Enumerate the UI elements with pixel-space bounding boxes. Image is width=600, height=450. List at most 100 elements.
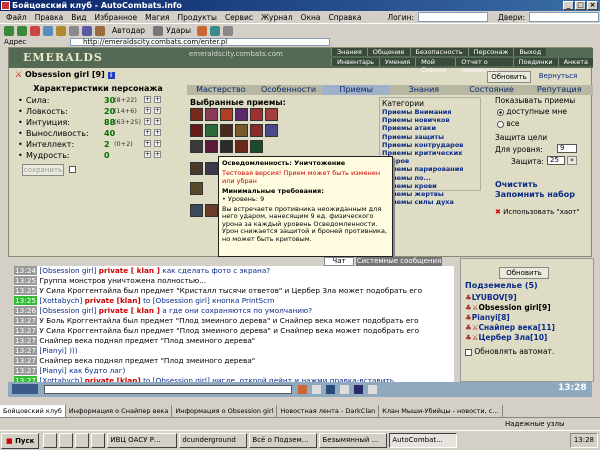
skill-slot[interactable] xyxy=(235,140,248,153)
quicklaunch-icon[interactable] xyxy=(91,433,106,448)
skill-slot[interactable] xyxy=(220,108,233,121)
stat-plus-button[interactable]: + xyxy=(154,96,161,103)
skill-slot[interactable] xyxy=(235,124,248,137)
info-icon[interactable]: i xyxy=(107,72,115,79)
refresh-icon[interactable] xyxy=(43,25,53,36)
online-user[interactable]: ♣Pianyi[8] xyxy=(465,313,510,322)
nav-knowledge[interactable]: Знания xyxy=(331,48,367,56)
nav-scroll[interactable]: Мой Скролл xyxy=(415,58,456,74)
back-button[interactable]: Вернуться xyxy=(536,71,580,83)
online-user[interactable]: ♣⚔Снайпер века[11] xyxy=(465,323,555,332)
address-input[interactable]: http://emeraldscity.combats.com/enter.pl xyxy=(70,38,330,46)
nav-exit[interactable]: Выход xyxy=(513,48,547,56)
tab-knowledge[interactable]: Знания xyxy=(390,85,458,95)
chat-input[interactable] xyxy=(44,385,292,394)
tools-icon[interactable] xyxy=(95,25,105,36)
menu-file[interactable]: Файл xyxy=(2,13,31,22)
menu-edit[interactable]: Правка xyxy=(31,13,68,22)
skill-slot[interactable] xyxy=(205,162,218,175)
skill-slot[interactable] xyxy=(250,108,263,121)
send-icon[interactable] xyxy=(298,385,307,394)
taskbar-item[interactable]: Всё о Подзем... xyxy=(249,433,318,448)
start-button[interactable]: ■ Пуск xyxy=(1,432,40,449)
tab-state[interactable]: Состояние xyxy=(458,85,526,95)
menu-products[interactable]: Продукты xyxy=(174,13,221,22)
save-button[interactable]: сохранить xyxy=(22,164,64,176)
autodar-button[interactable]: Автодар xyxy=(112,26,145,35)
nav-transfer-report[interactable]: Отчет о переводах xyxy=(455,58,513,74)
chat-mode-icon[interactable] xyxy=(12,384,38,394)
doors-field[interactable] xyxy=(529,12,600,22)
defense-input[interactable]: 25 xyxy=(547,156,565,165)
skill-slot[interactable] xyxy=(190,182,203,195)
tab-system-messages[interactable]: Системные сообщения xyxy=(356,257,442,266)
skill-slot[interactable] xyxy=(205,204,218,217)
category-link[interactable]: Приемы парирования xyxy=(382,165,478,173)
skill-slot[interactable] xyxy=(190,108,203,121)
browser-tab[interactable]: Информация о Снайпер века xyxy=(66,405,173,417)
nav-fights[interactable]: Поединки xyxy=(512,58,558,66)
home-icon[interactable] xyxy=(56,25,66,36)
online-user[interactable]: ♣⚔Цербер Зла[10] xyxy=(465,333,547,342)
taskbar-item[interactable]: AutoCombat... xyxy=(389,433,458,448)
category-link[interactable]: Приемы критических ударов xyxy=(382,149,478,165)
stat-plus-button[interactable]: + xyxy=(154,118,161,125)
clear-link[interactable]: Очистить xyxy=(495,180,538,189)
mail-icon[interactable] xyxy=(82,25,92,36)
skill-slot[interactable] xyxy=(220,124,233,137)
browser-tab[interactable]: Информация о Obsession girl xyxy=(172,405,278,417)
menu-magic[interactable]: Магия xyxy=(141,13,173,22)
tab-reputation[interactable]: Репутация xyxy=(525,85,593,95)
print-icon[interactable] xyxy=(69,25,79,36)
list-icon[interactable] xyxy=(210,25,221,36)
category-link[interactable]: Приемы защиты xyxy=(382,133,478,141)
skill-slot[interactable] xyxy=(190,140,203,153)
menu-view[interactable]: Вид xyxy=(67,13,90,22)
maximize-button[interactable]: □ xyxy=(575,1,586,10)
online-user[interactable]: ♣⚔Obsession girl[9] xyxy=(465,303,551,312)
stat-plus-button[interactable]: + xyxy=(154,129,161,136)
browser-tab[interactable]: Новостная лента - DarkClan xyxy=(277,405,380,417)
menu-journal[interactable]: Журнал xyxy=(257,13,297,22)
smile-icon[interactable] xyxy=(326,385,335,394)
category-link[interactable]: Приемы Внимания xyxy=(382,108,478,116)
category-link[interactable]: Приемы по... xyxy=(382,174,478,182)
radio-all[interactable] xyxy=(497,120,504,128)
settings-chat-icon[interactable] xyxy=(354,385,363,394)
chat-text[interactable]: private [klan] xyxy=(85,296,141,305)
skill-slot[interactable] xyxy=(250,124,263,137)
auto-refresh-checkbox[interactable] xyxy=(465,348,472,356)
arrow-icon[interactable] xyxy=(197,25,208,36)
nav-security[interactable]: Безопасность xyxy=(409,48,468,56)
taskbar-item[interactable]: Безымянный ... xyxy=(319,433,388,448)
tab-chat[interactable]: Чат xyxy=(324,257,354,266)
minimize-button[interactable]: _ xyxy=(563,1,574,10)
taskbar-item[interactable]: dcunderground xyxy=(179,433,248,448)
menu-service[interactable]: Сервис xyxy=(221,13,257,22)
menu-windows[interactable]: Окна xyxy=(297,13,325,22)
stat-plus-button[interactable]: + xyxy=(144,96,151,103)
save-checkbox[interactable] xyxy=(69,166,76,173)
window-icon[interactable] xyxy=(223,25,234,36)
browser-tab[interactable]: Бойцовский клуб xyxy=(0,405,66,417)
login-field[interactable] xyxy=(418,12,489,22)
chat-text[interactable]: private [ klan ] xyxy=(99,266,160,275)
clear-chat-icon[interactable] xyxy=(312,385,321,394)
skill-slot[interactable] xyxy=(205,124,218,137)
stat-plus-button[interactable]: + xyxy=(144,140,151,147)
stat-plus-button[interactable]: + xyxy=(154,151,161,158)
nav-communication[interactable]: Общение xyxy=(366,48,410,56)
stat-plus-button[interactable]: + xyxy=(144,151,151,158)
tab-techniques[interactable]: Приемы xyxy=(322,85,391,95)
for-level-select[interactable]: 9 xyxy=(557,144,577,153)
skill-slot[interactable] xyxy=(235,108,248,121)
radio-available[interactable] xyxy=(497,108,504,116)
nav-character[interactable]: Персонаж xyxy=(467,48,514,56)
stat-plus-button[interactable]: + xyxy=(154,140,161,147)
stat-plus-button[interactable]: + xyxy=(144,129,151,136)
skill-slot[interactable] xyxy=(220,140,233,153)
stop-icon[interactable] xyxy=(30,25,40,36)
settings-icon[interactable] xyxy=(153,25,164,36)
use-chaos-link[interactable]: Использовать "хаот" xyxy=(503,208,580,216)
stat-plus-button[interactable]: + xyxy=(154,107,161,114)
